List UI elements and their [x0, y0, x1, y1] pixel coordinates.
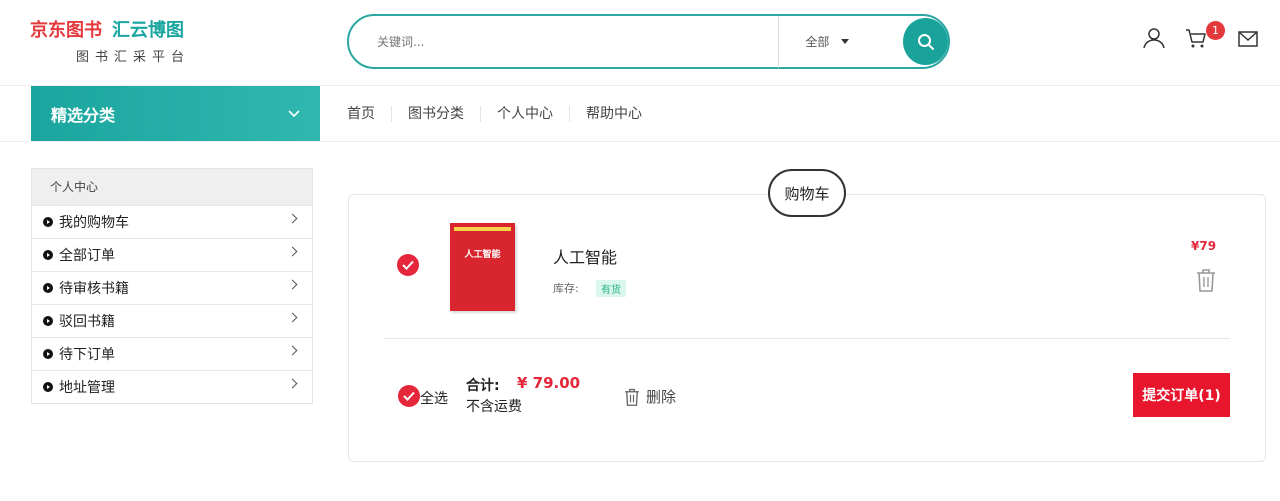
top-header: 京东图书 汇云博图 图书汇采平台 全部: [0, 0, 1280, 86]
check-icon: [403, 391, 415, 401]
play-circle-icon: [43, 283, 53, 293]
stock-label: 库存:: [553, 282, 579, 295]
cart-count-badge: 1: [1206, 21, 1225, 40]
logo-subtitle: 图书汇采平台: [76, 50, 191, 65]
logo[interactable]: 京东图书 汇云博图 图书汇采平台: [30, 16, 230, 66]
category-dropdown[interactable]: 精选分类: [31, 86, 320, 141]
chevron-right-icon: [287, 279, 298, 290]
sidebar-item-cart[interactable]: 我的购物车: [32, 205, 312, 238]
sidebar-item-rejected[interactable]: 驳回书籍: [32, 304, 312, 337]
sidebar-header: 个人中心: [32, 169, 312, 205]
play-circle-icon: [43, 382, 53, 392]
logo-jd-text: 京东图书: [30, 20, 102, 41]
item-checkbox[interactable]: [397, 254, 419, 276]
cover-band: [454, 227, 511, 231]
select-all-label[interactable]: 全选: [420, 388, 448, 408]
sidebar-item-pending-order[interactable]: 待下订单: [32, 337, 312, 370]
search-input[interactable]: [377, 16, 779, 67]
nav-item-help[interactable]: 帮助中心: [570, 106, 658, 122]
chevron-down-icon: [288, 109, 300, 117]
sidebar-item-label: 全部订单: [59, 248, 115, 264]
chevron-right-icon: [287, 378, 298, 389]
sidebar: 个人中心 我的购物车 全部订单 待审核书籍 驳回书籍 待下订单 地址管理: [31, 168, 313, 404]
select-all-checkbox[interactable]: [398, 385, 420, 407]
delete-button[interactable]: 删除: [624, 386, 676, 407]
search-button[interactable]: [903, 18, 948, 65]
play-circle-icon: [43, 316, 53, 326]
category-label: 精选分类: [51, 105, 116, 125]
search-icon: [917, 33, 934, 50]
sidebar-item-label: 地址管理: [59, 380, 115, 396]
nav-item-categories[interactable]: 图书分类: [392, 105, 481, 122]
product-name[interactable]: 人工智能: [553, 244, 617, 268]
sidebar-item-label: 待下订单: [59, 347, 115, 363]
trash-icon[interactable]: [1196, 268, 1216, 292]
submit-order-button[interactable]: 提交订单(1): [1133, 373, 1230, 417]
user-icon[interactable]: [1142, 26, 1166, 50]
nav-item-home[interactable]: 首页: [331, 105, 392, 122]
sidebar-item-pending-review[interactable]: 待审核书籍: [32, 271, 312, 304]
sidebar-item-label: 待审核书籍: [59, 281, 129, 297]
search-scope-select[interactable]: 全部: [779, 33, 899, 50]
nav-item-personal[interactable]: 个人中心: [481, 105, 570, 122]
sidebar-item-orders[interactable]: 全部订单: [32, 238, 312, 271]
trash-icon: [625, 388, 639, 406]
play-circle-icon: [43, 250, 53, 260]
logo-hy-text: 汇云博图: [112, 20, 184, 41]
total-value: ¥ 79.00: [517, 374, 581, 392]
chevron-right-icon: [287, 345, 298, 356]
main-nav: 首页 图书分类 个人中心 帮助中心: [331, 86, 658, 141]
cover-title: 人工智能: [464, 250, 501, 260]
search-scope-label: 全部: [805, 35, 830, 49]
sidebar-item-label: 我的购物车: [59, 215, 129, 231]
caret-down-icon: [841, 39, 850, 44]
sidebar-item-label: 驳回书籍: [59, 314, 115, 330]
delete-label: 删除: [646, 388, 677, 406]
nav-bar: 精选分类 首页 图书分类 个人中心 帮助中心: [0, 86, 1280, 142]
chevron-right-icon: [287, 312, 298, 323]
mail-icon[interactable]: [1238, 31, 1258, 47]
play-circle-icon: [43, 349, 53, 359]
total-label: 合计:: [466, 378, 500, 394]
product-image[interactable]: 人工智能: [450, 223, 515, 311]
search-bar: 全部: [347, 14, 950, 69]
chevron-right-icon: [287, 246, 298, 257]
sidebar-item-address[interactable]: 地址管理: [32, 370, 312, 403]
play-circle-icon: [43, 217, 53, 227]
shipping-note: 不含运费: [466, 399, 522, 415]
check-icon: [402, 260, 414, 270]
cart-divider: [384, 338, 1230, 339]
product-price: ¥79: [1191, 239, 1217, 253]
cart-icon[interactable]: [1184, 26, 1208, 50]
header-icons: [1140, 26, 1260, 56]
stock-status-badge: 有货: [596, 280, 626, 297]
chevron-right-icon: [287, 213, 298, 224]
cart-title: 购物车: [768, 169, 846, 217]
